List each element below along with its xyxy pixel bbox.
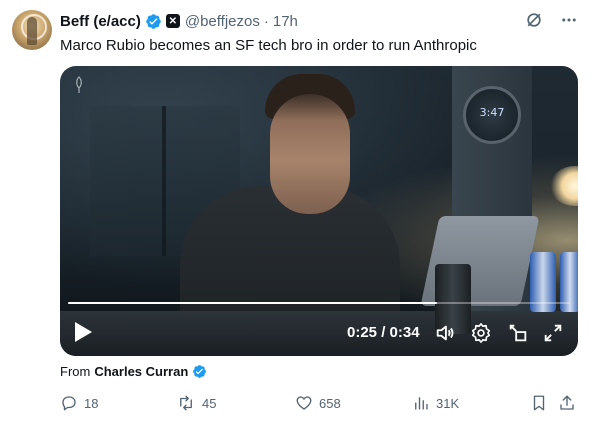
repost-count: 45	[202, 395, 217, 411]
views-count: 31K	[436, 395, 460, 411]
repost-icon	[180, 395, 192, 411]
author-name[interactable]: Beff (e/acc)	[60, 13, 141, 30]
video-player[interactable]: 3:47 0:25 / 0:34	[60, 66, 578, 356]
settings-icon[interactable]	[470, 322, 492, 344]
tweet-text: Marco Rubio becomes an SF tech bro in or…	[60, 37, 477, 54]
reply-button[interactable]: 18	[60, 394, 98, 412]
clock-time: 3:47	[479, 106, 505, 119]
separator-dot: ·	[263, 12, 269, 30]
like-icon	[296, 396, 312, 410]
share-button[interactable]	[558, 394, 576, 412]
like-count: 658	[319, 395, 341, 411]
play-icon[interactable]	[72, 320, 94, 344]
attribution-name[interactable]: Charles Curran	[94, 364, 188, 379]
author-handle[interactable]: @beffjezos	[185, 13, 260, 30]
video-timecode: 0:25 / 0:34	[347, 324, 420, 341]
video-controls: 0:25 / 0:34	[60, 314, 578, 350]
tweet-actions: 18 45 658 31K	[60, 394, 576, 418]
avatar-figure	[27, 17, 37, 45]
tweet-time[interactable]: 17h	[273, 13, 298, 30]
video-attribution: From Charles Curran	[60, 364, 207, 379]
tweet-header: Beff (e/acc) ✕ @beffjezos · 17h	[60, 11, 298, 31]
pip-icon[interactable]	[507, 322, 529, 344]
avatar[interactable]	[12, 10, 52, 50]
share-icon	[560, 395, 574, 410]
reply-icon	[62, 396, 76, 411]
grok-icon[interactable]	[524, 10, 544, 30]
views-icon	[415, 397, 428, 410]
bookmark-button[interactable]	[530, 394, 548, 412]
video-progress-bar[interactable]	[68, 302, 570, 304]
views-button[interactable]: 31K	[412, 394, 459, 412]
verified-badge-icon	[146, 13, 161, 29]
bookmark-icon	[533, 395, 545, 411]
video-progress-fill	[68, 302, 437, 304]
tweet-top-actions	[524, 10, 578, 30]
like-button[interactable]: 658	[295, 394, 341, 412]
attribution-prefix: From	[60, 364, 91, 379]
x-affiliate-badge-icon: ✕	[165, 14, 180, 28]
repost-button[interactable]: 45	[176, 394, 216, 412]
wall-clock: 3:47	[463, 86, 521, 144]
volume-icon[interactable]	[434, 322, 456, 344]
verified-badge-icon	[193, 365, 207, 378]
video-watermark-icon	[76, 76, 82, 93]
person-face	[270, 94, 350, 214]
more-icon[interactable]	[560, 11, 578, 29]
reply-count: 18	[84, 395, 99, 411]
fullscreen-icon[interactable]	[542, 322, 564, 344]
